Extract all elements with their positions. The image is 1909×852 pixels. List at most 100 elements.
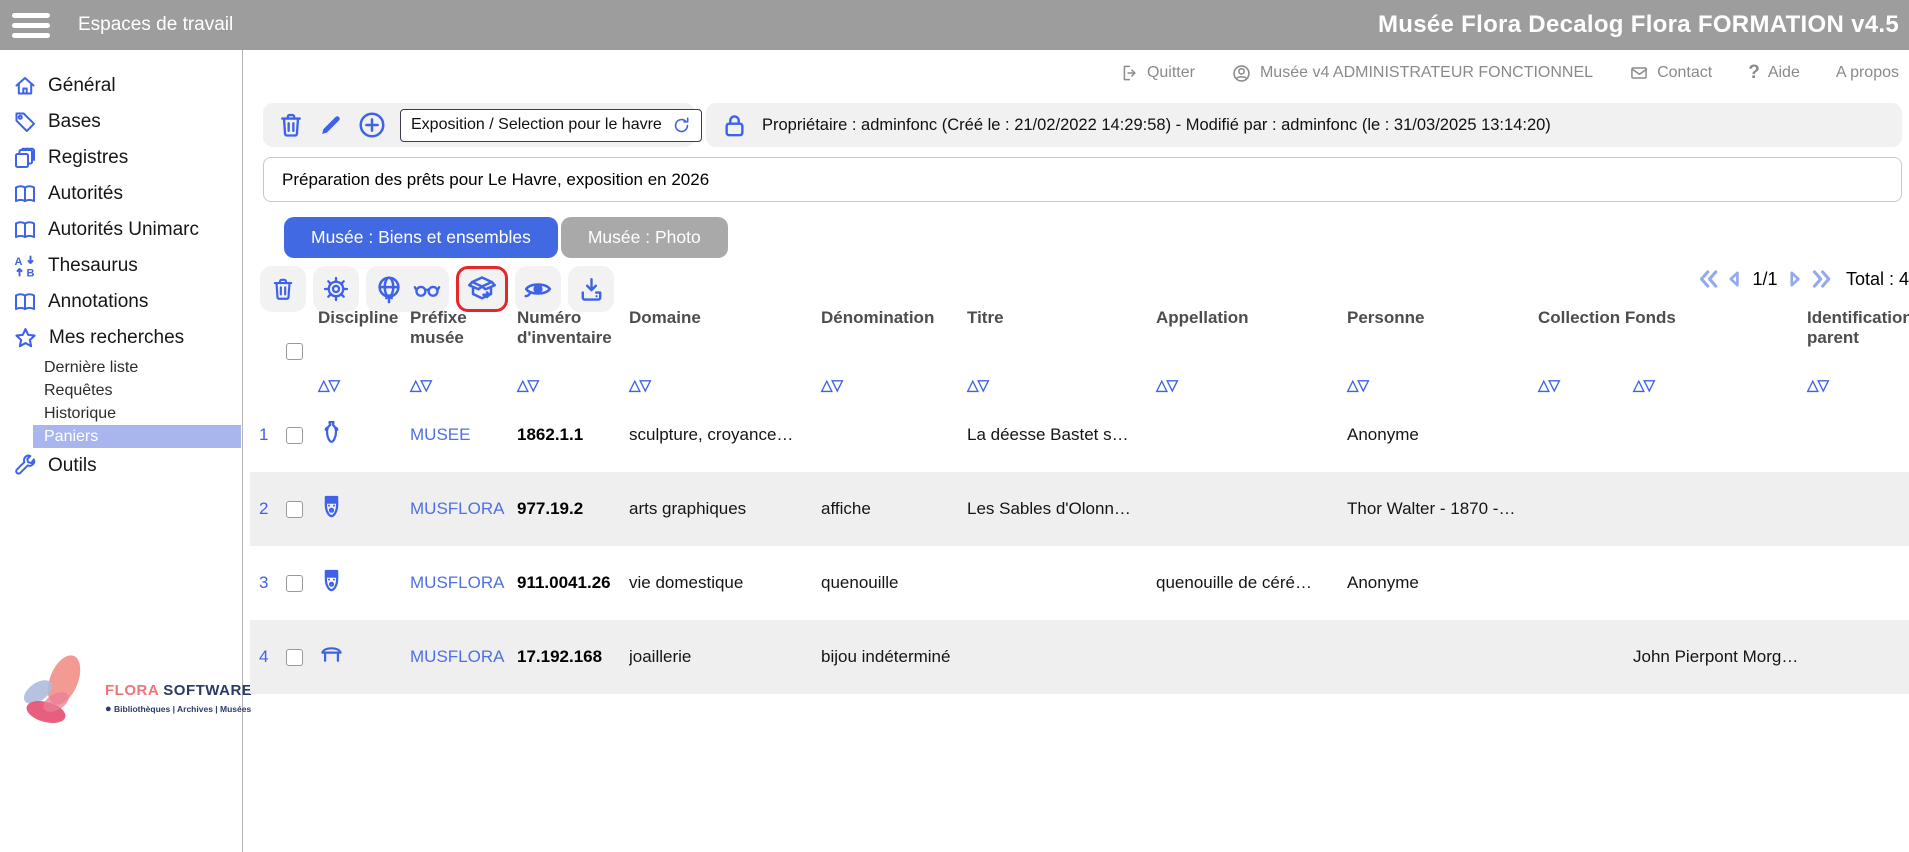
prefix-link[interactable]: MUSFLORA	[410, 499, 517, 519]
globe-upload-icon	[374, 274, 404, 304]
inventory-number: 17.192.168	[517, 647, 629, 667]
row-number-link[interactable]: 1	[259, 425, 286, 445]
sidebar-item-requetes[interactable]: Requêtes	[0, 379, 242, 402]
sort-collection[interactable]: △▽	[1538, 376, 1633, 394]
select-all-checkbox[interactable]	[286, 343, 303, 360]
star-icon	[13, 326, 38, 351]
sidebar-item-annotations[interactable]: Annotations	[0, 284, 242, 320]
eye-icon	[523, 274, 553, 304]
sort-appellation[interactable]: △▽	[1156, 376, 1347, 394]
basket-toolbar: Exposition / Selection pour le havre	[263, 103, 695, 147]
sidebar-item-label: Thesaurus	[48, 255, 138, 277]
denomination-cell: affiche	[821, 499, 967, 519]
app-title: Musée Flora Decalog Flora FORMATION v4.5	[1378, 11, 1899, 39]
prefix-link[interactable]: MUSFLORA	[410, 573, 517, 593]
sidebar-item-label: Général	[48, 75, 116, 97]
fonds-cell: John Pierpont Morg…	[1633, 647, 1807, 667]
sort-personne[interactable]: △▽	[1347, 376, 1538, 394]
row-checkbox[interactable]	[286, 649, 303, 666]
row-number-link[interactable]: 2	[259, 499, 286, 519]
discipline-cell	[318, 493, 410, 525]
sort-numero[interactable]: △▽	[517, 376, 629, 394]
add-basket-button[interactable]	[357, 110, 387, 140]
quitter-link[interactable]: Quitter	[1119, 63, 1195, 83]
sort-discipline[interactable]: △▽	[318, 376, 410, 394]
owner-info: Propriétaire : adminfonc (Créé le : 21/0…	[762, 116, 1551, 135]
result-list: 1 MUSEE 1862.1.1 sculpture, croyance… La…	[250, 398, 1909, 694]
user-menu[interactable]: Musée v4 ADMINISTRATEUR FONCTIONNEL	[1231, 63, 1593, 84]
mask-icon	[318, 493, 345, 520]
prefix-link[interactable]: MUSFLORA	[410, 647, 517, 667]
basket-selector[interactable]: Exposition / Selection pour le havre	[400, 109, 702, 142]
inventory-number: 1862.1.1	[517, 425, 629, 445]
delete-basket-button[interactable]	[277, 111, 305, 139]
row-checkbox[interactable]	[286, 575, 303, 592]
sidebar-item-historique[interactable]: Historique	[0, 402, 242, 425]
sidebar-item-paniers[interactable]: Paniers	[33, 425, 241, 448]
top-bar: Espaces de travail Musée Flora Decalog F…	[0, 0, 1909, 50]
row-number-link[interactable]: 4	[259, 647, 286, 667]
domaine-cell: sculpture, croyance…	[629, 425, 821, 445]
sidebar-item-registres[interactable]: Registres	[0, 140, 242, 176]
sidebar-item-mes-recherches[interactable]: Mes recherches	[0, 320, 242, 356]
denomination-cell: quenouille	[821, 573, 967, 593]
sidebar-item-label: Registres	[48, 147, 128, 169]
first-page-icon[interactable]	[1697, 264, 1720, 294]
refresh-icon[interactable]	[672, 116, 691, 135]
sidebar-item-derniere-liste[interactable]: Dernière liste	[0, 356, 242, 379]
edit-basket-button[interactable]	[318, 112, 344, 138]
row-checkbox[interactable]	[286, 501, 303, 518]
quitter-label: Quitter	[1147, 64, 1195, 82]
flora-app: { "topbar": { "workspace_label": "Espace…	[0, 0, 1909, 852]
sidebar-item-bases[interactable]: Bases	[0, 104, 242, 140]
aide-label: Aide	[1768, 64, 1800, 82]
sidebar-item-label: Outils	[48, 455, 97, 477]
lock-icon[interactable]	[720, 111, 749, 140]
contact-label: Contact	[1657, 64, 1712, 82]
table-row: 4 MUSFLORA 17.192.168 joaillerie bijou i…	[250, 620, 1909, 694]
contact-link[interactable]: Contact	[1629, 63, 1712, 83]
sidebar-item-autorites[interactable]: Autorités	[0, 176, 242, 212]
next-page-icon[interactable]	[1784, 266, 1804, 292]
row-number-link[interactable]: 3	[259, 573, 286, 593]
prefix-link[interactable]: MUSEE	[410, 425, 517, 445]
sidebar-item-thesaurus[interactable]: A B Thesaurus	[0, 248, 242, 284]
plus-circle-icon	[357, 110, 387, 140]
sort-titre[interactable]: △▽	[967, 376, 1156, 394]
last-page-icon[interactable]	[1810, 264, 1833, 294]
download-icon	[577, 275, 606, 304]
apropos-link[interactable]: A propos	[1836, 64, 1899, 82]
table-row: 3 MUSFLORA 911.0041.26 vie domestique qu…	[250, 546, 1909, 620]
sidebar-item-autorites-unimarc[interactable]: Autorités Unimarc	[0, 212, 242, 248]
previous-page-icon[interactable]	[1725, 266, 1745, 292]
sort-prefixe[interactable]: △▽	[410, 376, 517, 394]
discipline-cell	[318, 641, 410, 673]
result-tabs: Musée : Biens et ensembles Musée : Photo	[284, 217, 728, 258]
utility-bar: Quitter Musée v4 ADMINISTRATEUR FONCTION…	[1119, 62, 1899, 84]
row-checkbox[interactable]	[286, 427, 303, 444]
tab-musee-photo[interactable]: Musée : Photo	[561, 217, 728, 258]
sidebar-item-general[interactable]: Général	[0, 68, 242, 104]
trash-icon	[277, 111, 305, 139]
titre-cell: La déesse Bastet s…	[967, 425, 1156, 445]
basket-description-input[interactable]	[263, 157, 1902, 202]
trash-icon	[270, 276, 296, 302]
sidebar-item-outils[interactable]: Outils	[0, 448, 242, 484]
mask-icon	[318, 567, 345, 594]
sort-denomination[interactable]: △▽	[821, 376, 967, 394]
inventory-number: 911.0041.26	[517, 573, 629, 593]
domaine-cell: arts graphiques	[629, 499, 821, 519]
sort-fonds[interactable]: △▽	[1633, 376, 1807, 394]
aide-link[interactable]: ? Aide	[1748, 62, 1800, 84]
personne-cell: Anonyme	[1347, 573, 1538, 593]
hamburger-menu-icon[interactable]	[12, 13, 50, 38]
domaine-cell: vie domestique	[629, 573, 821, 593]
svg-text:B: B	[27, 268, 35, 279]
basket-selector-value: Exposition / Selection pour le havre	[411, 116, 662, 134]
sort-identification-parent[interactable]: △▽	[1807, 376, 1909, 394]
tab-musee-biens-et-ensembles[interactable]: Musée : Biens et ensembles	[284, 217, 558, 258]
discipline-cell	[318, 567, 410, 599]
copies-icon	[13, 146, 37, 170]
help-icon: ?	[1748, 62, 1760, 84]
sort-domaine[interactable]: △▽	[629, 376, 821, 394]
